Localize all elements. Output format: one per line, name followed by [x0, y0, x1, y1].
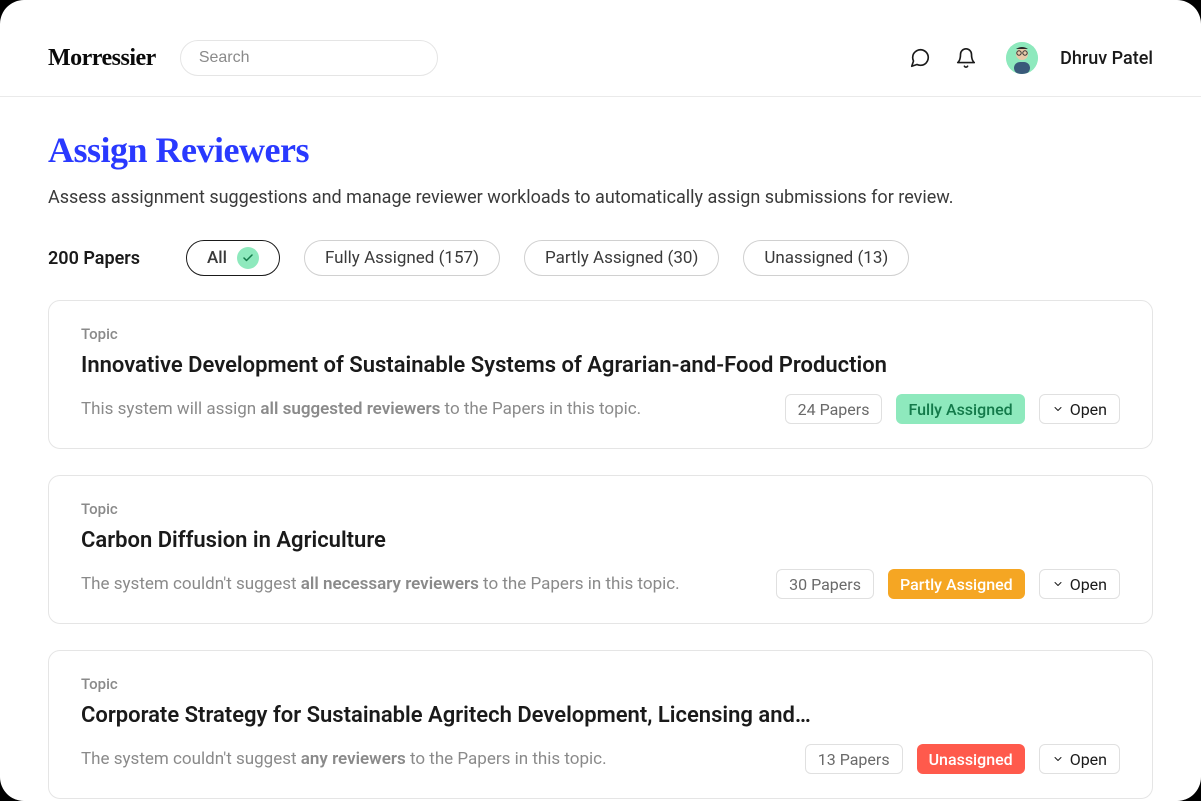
topic-card: Topic Innovative Development of Sustaina… [48, 300, 1153, 449]
paper-count-badge: 24 Papers [785, 394, 883, 424]
filter-all-label: All [207, 248, 227, 268]
chat-icon[interactable] [908, 46, 932, 70]
topic-footer: The system couldn't suggest all necessar… [81, 569, 1120, 599]
chevron-down-icon [1052, 578, 1064, 590]
topic-footer: The system couldn't suggest any reviewer… [81, 744, 1120, 774]
app-window: Morressier Dhruv Patel Assign Reviewers … [0, 0, 1201, 801]
filter-fully-assigned[interactable]: Fully Assigned (157) [304, 240, 500, 276]
page-subtitle: Assess assignment suggestions and manage… [48, 187, 1153, 208]
status-badge: Fully Assigned [896, 394, 1024, 424]
filter-unassigned[interactable]: Unassigned (13) [743, 240, 909, 276]
open-button[interactable]: Open [1039, 569, 1120, 599]
filter-partly-assigned[interactable]: Partly Assigned (30) [524, 240, 719, 276]
topic-label: Topic [81, 500, 1120, 518]
search-input[interactable] [180, 40, 438, 76]
topic-title: Carbon Diffusion in Agriculture [81, 528, 1120, 553]
status-badge: Partly Assigned [888, 569, 1025, 599]
content: Assign Reviewers Assess assignment sugge… [0, 97, 1201, 801]
topic-label: Topic [81, 675, 1120, 693]
topic-title: Corporate Strategy for Sustainable Agrit… [81, 703, 1120, 728]
username: Dhruv Patel [1060, 48, 1153, 69]
open-button[interactable]: Open [1039, 744, 1120, 774]
paper-count: 200 Papers [48, 248, 140, 269]
header: Morressier Dhruv Patel [0, 0, 1201, 97]
paper-count-badge: 30 Papers [776, 569, 874, 599]
chevron-down-icon [1052, 403, 1064, 415]
topic-card: Topic Carbon Diffusion in Agriculture Th… [48, 475, 1153, 624]
topic-desc: This system will assign all suggested re… [81, 399, 771, 419]
paper-count-badge: 13 Papers [805, 744, 903, 774]
status-badge: Unassigned [917, 744, 1025, 774]
header-icons: Dhruv Patel [908, 42, 1153, 74]
page-title: Assign Reviewers [48, 129, 1153, 171]
logo: Morressier [48, 45, 156, 72]
open-button[interactable]: Open [1039, 394, 1120, 424]
topic-card: Topic Corporate Strategy for Sustainable… [48, 650, 1153, 799]
topic-label: Topic [81, 325, 1120, 343]
topic-desc: The system couldn't suggest any reviewer… [81, 749, 791, 769]
check-icon [237, 247, 259, 269]
filter-all[interactable]: All [186, 240, 280, 276]
filter-row: 200 Papers All Fully Assigned (157) Part… [48, 240, 1153, 276]
avatar[interactable] [1006, 42, 1038, 74]
topic-footer: This system will assign all suggested re… [81, 394, 1120, 424]
topic-title: Innovative Development of Sustainable Sy… [81, 353, 1120, 378]
chevron-down-icon [1052, 753, 1064, 765]
bell-icon[interactable] [954, 46, 978, 70]
topic-desc: The system couldn't suggest all necessar… [81, 574, 762, 594]
search-wrap [180, 40, 438, 76]
